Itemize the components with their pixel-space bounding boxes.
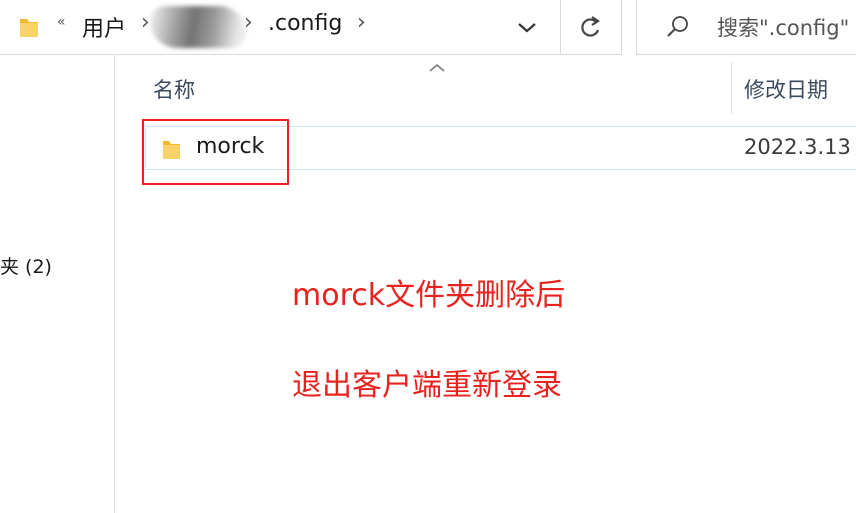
breadcrumb-separator-icon[interactable]: › [244,10,253,35]
highlight-annotation-box [142,119,289,185]
column-header-date-modified[interactable]: 修改日期 [744,74,828,104]
history-dropdown-button[interactable] [500,0,555,55]
navigation-pane[interactable]: 夹 (2) [0,55,115,513]
breadcrumb-separator-icon[interactable]: › [141,10,150,35]
sort-ascending-icon [429,64,445,72]
annotation-text-1: morck文件夹删除后 [292,278,566,313]
column-divider[interactable] [731,62,732,114]
redacted-username [150,6,246,48]
breadcrumb-separator-icon[interactable]: › [357,10,366,35]
search-box[interactable]: 搜索".config" [636,0,856,55]
sidebar-item[interactable]: 夹 (2) [0,252,52,279]
refresh-icon [581,16,600,37]
column-header-name[interactable]: 名称 [153,74,195,104]
annotation-text-2: 退出客户端重新登录 [292,368,562,403]
chevron-down-icon [518,23,536,33]
search-icon [665,14,691,44]
overflow-chevron-icon[interactable]: « [57,14,66,30]
search-input[interactable]: 搜索".config" [717,12,849,42]
breadcrumb-users[interactable]: 用户 [82,11,126,43]
address-bar[interactable]: « 用户 › › .config › [0,0,622,55]
folder-icon [18,13,40,43]
file-date-modified: 2022.3.13 [744,135,851,159]
refresh-button[interactable] [560,0,622,55]
breadcrumb-config[interactable]: .config [268,11,342,36]
